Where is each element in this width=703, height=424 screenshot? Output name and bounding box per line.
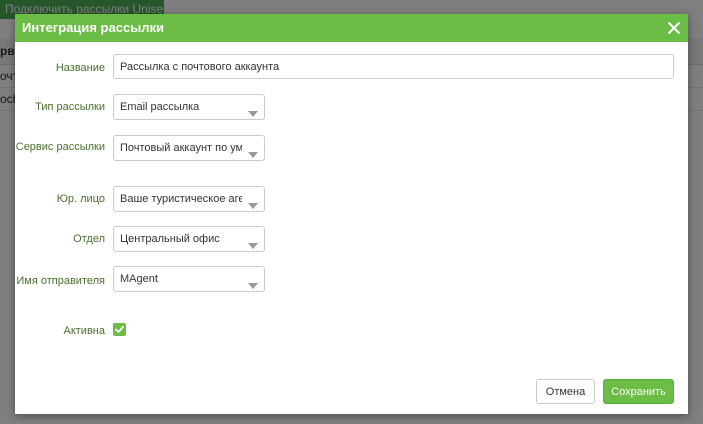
- name-input[interactable]: [113, 54, 674, 79]
- service-select[interactable]: Почтовый аккаунт по умолчанию: [113, 135, 265, 161]
- integration-modal: Интеграция рассылки Название Тип рассылк…: [15, 14, 688, 414]
- close-icon[interactable]: [664, 18, 684, 38]
- type-label: Тип рассылки: [35, 101, 105, 113]
- legal-entity-select[interactable]: Ваше туристическое агентство: [113, 186, 265, 212]
- sender-label: Имя отправителя: [16, 275, 105, 287]
- active-label: Активна: [63, 325, 106, 337]
- service-select-value: Почтовый аккаунт по умолчанию: [120, 142, 242, 154]
- legal-entity-select-value: Ваше туристическое агентство: [120, 193, 242, 205]
- active-checkbox[interactable]: [113, 323, 126, 336]
- type-select-value: Email рассылка: [120, 101, 200, 113]
- chevron-down-icon: [248, 145, 258, 158]
- department-select-value: Центральный офис: [120, 233, 220, 245]
- sender-select-value: MAgent: [120, 273, 158, 285]
- name-label: Название: [55, 62, 105, 74]
- chevron-down-icon: [248, 196, 258, 209]
- chevron-down-icon: [248, 276, 258, 289]
- sender-select[interactable]: MAgent: [113, 266, 265, 292]
- check-icon: [115, 326, 124, 333]
- chevron-down-icon: [248, 104, 258, 117]
- service-label: Сервис рассылки: [15, 141, 105, 153]
- cancel-button[interactable]: Отмена: [536, 379, 595, 404]
- department-select[interactable]: Центральный офис: [113, 226, 265, 252]
- type-select[interactable]: Email рассылка: [113, 94, 265, 120]
- chevron-down-icon: [248, 236, 258, 249]
- legal-entity-label: Юр. лицо: [56, 193, 105, 205]
- department-label: Отдел: [73, 233, 105, 245]
- modal-header: Интеграция рассылки: [15, 14, 688, 42]
- save-button[interactable]: Сохранить: [603, 379, 674, 404]
- modal-title: Интеграция рассылки: [22, 20, 165, 35]
